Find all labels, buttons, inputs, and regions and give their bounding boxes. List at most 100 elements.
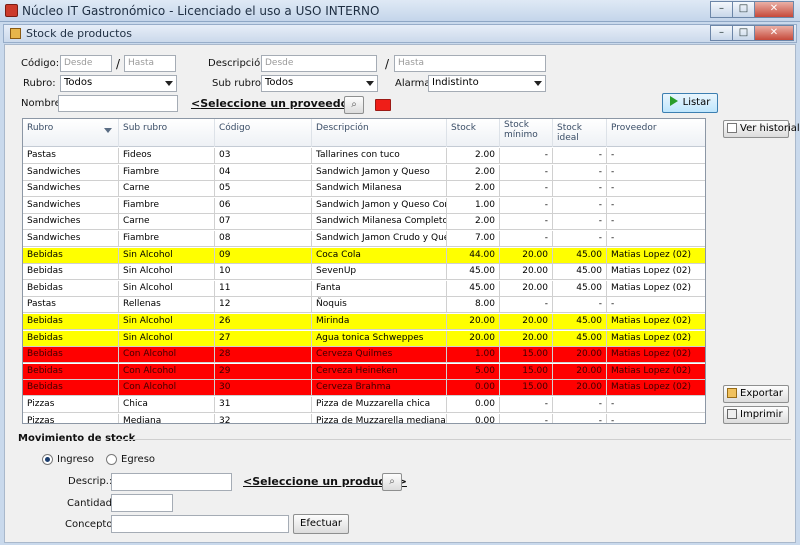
cell-descripcion: Tallarines con tuco [312,148,447,164]
cell-stock: 7.00 [447,231,500,247]
nombre-input[interactable] [58,95,178,112]
descripcion-desde-input[interactable]: Desde [261,55,377,72]
play-icon [669,96,678,106]
cell-subrubro: Sin Alcohol [119,264,215,281]
table-row[interactable]: Bebidas Sin Alcohol 11 Fanta 45.00 20.00 45.00… [23,280,705,297]
column-header-subrubro[interactable]: Sub rubro [119,119,215,147]
cell-subrubro: Mediana [119,413,215,423]
cell-rubro: Sandwiches [23,181,119,198]
table-row[interactable]: Sandwiches Fiambre 04 Sandwich Jamon y Ques… [23,164,705,181]
column-header-stock-minimo[interactable]: Stock mínimo [500,119,553,147]
cell-codigo: 04 [215,164,312,181]
cell-stock-ideal: 20.00 [553,363,607,380]
binoculars-icon[interactable]: ⌕ [344,96,364,114]
cantidad-input[interactable] [111,494,173,512]
listar-button[interactable]: Listar [662,93,718,113]
concepto-input[interactable] [111,515,289,533]
column-header-codigo[interactable]: Código [215,119,312,147]
ver-historial-button[interactable]: Ver historial [723,120,800,138]
table-row[interactable]: Bebidas Sin Alcohol 10 SevenUp 45.00 20.00 45.… [23,264,705,281]
column-header-stock[interactable]: Stock [447,119,500,147]
cell-stock-ideal: 20.00 [553,347,607,364]
clear-proveedor-icon[interactable] [375,99,391,111]
form-window-controls: – □ ✕ [710,25,794,41]
cell-rubro: Bebidas [23,247,119,264]
rubro-select[interactable]: Todos [60,75,177,92]
table-row[interactable]: Pastas Rellenas 12 Ñoquis 8.00- - - [23,297,705,314]
alarma-select[interactable]: Indistinto [428,75,546,92]
cell-stock-minimo: - [500,197,553,214]
cell-codigo: 06 [215,197,312,214]
cell-descripcion: Mirinda [312,314,447,330]
cell-rubro: Pastas [23,297,119,314]
cell-stock-ideal: - [553,297,607,314]
table-row[interactable]: Pizzas Chica 31 Pizza de Muzzarella chica 0.… [23,397,705,413]
close-button[interactable]: ✕ [754,1,794,18]
column-header-stock-ideal[interactable]: Stock ideal [553,119,607,147]
table-row[interactable]: Bebidas Con Alcohol 30 Cerveza Brahma 0.00 15… [23,380,705,397]
cell-stock-minimo: 20.00 [500,280,553,297]
table-row[interactable]: Bebidas Con Alcohol 29 Cerveza Heineken 5.00… [23,363,705,380]
table-row[interactable]: Sandwiches Fiambre 08 Sandwich Jamon Crudo … [23,231,705,247]
table-row[interactable]: Bebidas Sin Alcohol 26 Mirinda 20.00 20.00 45.… [23,314,705,330]
form-minimize-button[interactable]: – [710,25,732,41]
grid-header: Rubro Sub rubro Código Descripción Stock… [23,119,705,147]
cell-codigo: 32 [215,413,312,423]
ingreso-label[interactable]: Ingreso [57,454,94,465]
cell-stock: 1.00 [447,197,500,214]
cell-descripcion: Sandwich Milanesa Completo [312,214,447,231]
cell-rubro: Pizzas [23,413,119,423]
cell-descripcion: SevenUp [312,264,447,281]
seleccione-proveedor-link[interactable]: <Seleccione un proveedor> [191,97,363,110]
cell-rubro: Bebidas [23,264,119,281]
cell-subrubro: Fiambre [119,231,215,247]
column-header-descripcion[interactable]: Descripción [312,119,447,147]
cell-descripcion: Cerveza Heineken [312,363,447,380]
imprimir-button[interactable]: Imprimir [723,406,789,424]
cell-stock-ideal: 45.00 [553,314,607,330]
efectuar-button[interactable]: Efectuar [293,514,349,534]
cell-rubro: Bebidas [23,314,119,330]
table-row[interactable]: Bebidas Con Alcohol 28 Cerveza Quilmes 1.00 1… [23,347,705,364]
egreso-radio[interactable] [106,454,117,465]
ingreso-radio[interactable] [42,454,53,465]
codigo-desde-input[interactable]: Desde [60,55,112,72]
form-title: Stock de productos [26,27,132,40]
egreso-label[interactable]: Egreso [121,454,155,465]
cell-stock-ideal: - [553,164,607,181]
table-row[interactable]: Sandwiches Fiambre 06 Sandwich Jamon y Ques… [23,197,705,214]
table-row[interactable]: Sandwiches Carne 07 Sandwich Milanesa Compl… [23,214,705,231]
table-row[interactable]: Bebidas Sin Alcohol 09 Coca Cola 44.00 20.00 4… [23,247,705,264]
cell-stock: 2.00 [447,148,500,164]
maximize-button[interactable]: □ [732,1,754,18]
table-row[interactable]: Sandwiches Carne 05 Sandwich Milanesa 2.00- -… [23,181,705,198]
stock-grid[interactable]: Rubro Sub rubro Código Descripción Stock… [22,118,706,424]
subrubro-select[interactable]: Todos [261,75,378,92]
column-header-rubro[interactable]: Rubro [23,119,119,147]
minimize-button[interactable]: – [710,1,732,18]
cell-proveedor: - [607,297,705,314]
binoculars-icon[interactable]: ⌕ [382,473,402,491]
cell-proveedor: - [607,181,705,198]
cell-stock-ideal: - [553,148,607,164]
cell-codigo: 28 [215,347,312,364]
descripcion-hasta-input[interactable]: Hasta [394,55,546,72]
cell-rubro: Bebidas [23,280,119,297]
descrip-label: Descrip.: [68,476,113,487]
form-close-button[interactable]: ✕ [754,25,794,41]
form-maximize-button[interactable]: □ [732,25,754,41]
cell-subrubro: Carne [119,214,215,231]
table-row[interactable]: Bebidas Sin Alcohol 27 Agua tonica Schweppe… [23,330,705,347]
codigo-hasta-input[interactable]: Hasta [124,55,176,72]
cell-descripcion: Fanta [312,280,447,297]
cell-stock-minimo: - [500,231,553,247]
column-header-proveedor[interactable]: Proveedor [607,119,705,147]
exportar-button[interactable]: Exportar [723,385,789,403]
cell-codigo: 30 [215,380,312,397]
cell-codigo: 09 [215,247,312,264]
descrip-input[interactable] [111,473,232,491]
cell-stock: 45.00 [447,280,500,297]
table-row[interactable]: Pastas Fideos 03 Tallarines con tuco 2.00- - - [23,148,705,164]
table-row[interactable]: Pizzas Mediana 32 Pizza de Muzzarella media… [23,413,705,423]
cell-rubro: Bebidas [23,347,119,364]
